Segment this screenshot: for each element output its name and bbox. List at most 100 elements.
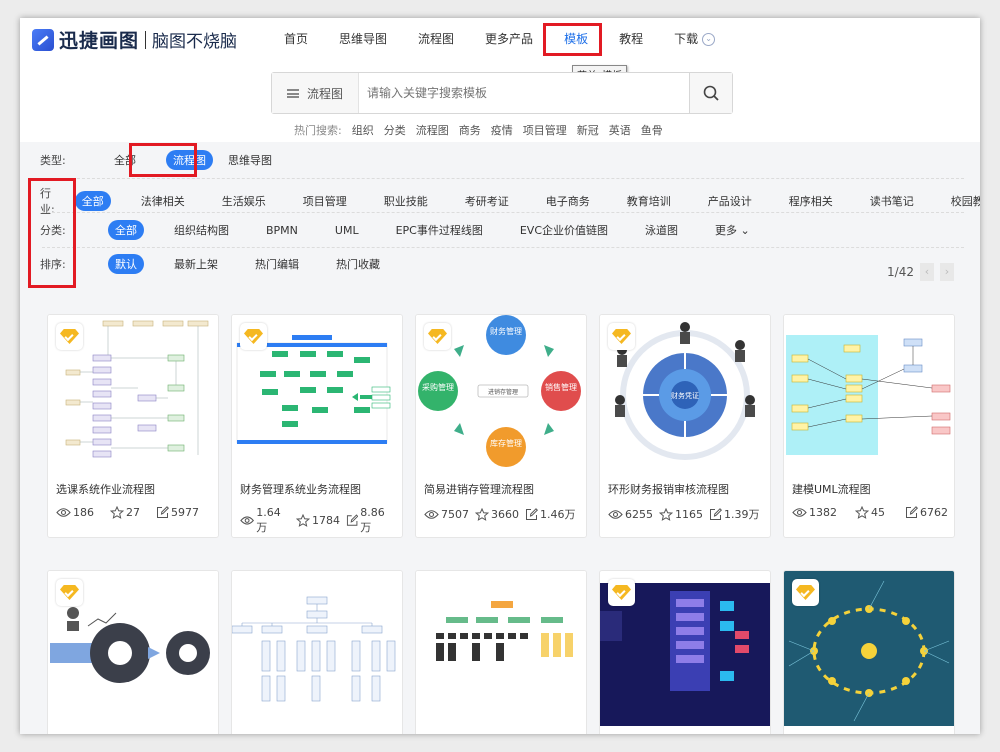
template-title: 简易进销存管理流程图	[424, 481, 534, 497]
filter-category-option[interactable]: BPMN	[259, 222, 305, 239]
edits-stat: 8.86万	[346, 506, 394, 535]
template-card[interactable]	[599, 570, 771, 734]
filter-category-option[interactable]: EPC事件过程线图	[389, 220, 490, 240]
filter-industry-option[interactable]: 电子商务	[539, 191, 597, 211]
main-nav: 首页 思维导图 流程图 更多产品 模板 教程 下载⌄	[284, 18, 746, 60]
template-card[interactable]	[783, 570, 955, 734]
hot-keyword[interactable]: 英语	[609, 122, 631, 138]
edit-icon	[525, 508, 538, 521]
filter-industry-option[interactable]: 生活娱乐	[215, 191, 273, 211]
views-stat: 186	[56, 506, 94, 519]
template-title: 环形财务报销审核流程图	[608, 481, 729, 497]
filter-category-more[interactable]: 更多 ⌄	[708, 220, 757, 240]
filter-row-category: 分类: 全部 组织结构图 BPMN UML EPC事件过程线图 EVC企业价值链…	[20, 220, 964, 240]
views-stat: 6255	[608, 508, 653, 521]
prev-page-button[interactable]: ‹	[920, 263, 934, 281]
filter-industry-option[interactable]: 教育培训	[620, 191, 678, 211]
logo-name: 迅捷画图	[59, 26, 139, 53]
filter-industry-option[interactable]: 程序相关	[782, 191, 840, 211]
search-input[interactable]	[359, 73, 689, 113]
edit-icon	[346, 514, 358, 527]
views-stat: 1382	[792, 506, 837, 519]
filter-industry-option[interactable]: 产品设计	[701, 191, 759, 211]
filter-sort-option[interactable]: 热门编辑	[248, 254, 306, 274]
views-stat: 1.64万	[240, 506, 290, 535]
flowchart-thumbnail-graphic	[416, 571, 586, 726]
search-type-select[interactable]: 流程图	[272, 73, 359, 113]
template-title: 选课系统作业流程图	[56, 481, 155, 497]
filter-industry-option[interactable]: 读书笔记	[863, 191, 921, 211]
template-card[interactable]: 财务管理 销售管理 库存管理 采购管理 进销存管理 简易进销存管理流程图 750…	[415, 314, 587, 538]
hot-keyword[interactable]: 新冠	[577, 122, 599, 138]
filter-category-option[interactable]: 组织结构图	[167, 220, 236, 240]
hot-keyword[interactable]: 流程图	[416, 122, 449, 138]
edits-stat: 6762	[905, 506, 948, 519]
hot-keyword[interactable]: 分类	[384, 122, 406, 138]
views-count: 186	[73, 506, 94, 519]
hot-keyword[interactable]: 项目管理	[523, 122, 567, 138]
next-page-button[interactable]: ›	[940, 263, 954, 281]
filter-industry-option[interactable]: 法律相关	[134, 191, 192, 211]
nav-templates[interactable]: 模板	[564, 18, 588, 60]
chevron-down-icon: ⌄	[741, 224, 750, 237]
filter-industry-option[interactable]: 校园教育	[944, 191, 980, 211]
nav-download[interactable]: 下载⌄	[674, 18, 715, 60]
edits-count: 5977	[171, 506, 199, 519]
hot-keyword[interactable]: 组织	[352, 122, 374, 138]
template-card[interactable]: 建模UML流程图 1382 45 6762	[783, 314, 955, 538]
stars-stat: 3660	[475, 508, 519, 521]
eye-icon	[240, 515, 254, 526]
views-count: 7507	[441, 508, 469, 521]
search-button[interactable]	[689, 73, 732, 113]
stars-count: 45	[871, 506, 885, 519]
stars-stat: 45	[855, 506, 885, 519]
nav-home[interactable]: 首页	[284, 18, 308, 60]
thumb-text: 采购管理	[422, 382, 454, 392]
filter-category-option[interactable]: 泳道图	[638, 220, 685, 240]
filter-row-type: 类型: 全部 流程图 思维导图	[20, 150, 964, 170]
vip-badge-icon	[608, 323, 635, 350]
nav-download-label: 下载	[674, 32, 698, 46]
logo-icon	[32, 29, 54, 51]
filter-type-option[interactable]: 流程图	[166, 150, 213, 170]
nav-flowchart[interactable]: 流程图	[418, 18, 454, 60]
filter-sort-option[interactable]: 最新上架	[167, 254, 225, 274]
edit-icon	[156, 506, 169, 519]
app-window: 迅捷画图 脑图不烧脑 首页 思维导图 流程图 更多产品 模板 教程 下载⌄ 菜单…	[20, 18, 980, 734]
filter-type-option[interactable]: 思维导图	[221, 150, 279, 170]
hot-keyword[interactable]: 鱼骨	[641, 122, 663, 138]
template-card[interactable]: 财务管理系统业务流程图 1.64万 1784 8.86万	[231, 314, 403, 538]
hot-keyword[interactable]: 疫情	[491, 122, 513, 138]
hot-keyword[interactable]: 商务	[459, 122, 481, 138]
divider	[42, 178, 964, 179]
template-card[interactable]: 选课系统作业流程图 186 27 5977	[47, 314, 219, 538]
views-count: 6255	[625, 508, 653, 521]
template-card[interactable]	[231, 570, 403, 734]
edits-stat: 5977	[156, 506, 199, 519]
star-icon	[475, 508, 489, 521]
filter-industry-option[interactable]: 项目管理	[296, 191, 354, 211]
page-indicator: 1/42	[887, 265, 914, 279]
nav-more-products[interactable]: 更多产品	[485, 18, 533, 60]
nav-tutorial[interactable]: 教程	[619, 18, 643, 60]
filter-industry-option[interactable]: 考研考证	[458, 191, 516, 211]
filter-category-option[interactable]: EVC企业价值链图	[513, 220, 615, 240]
star-icon	[110, 506, 124, 519]
template-card[interactable]	[47, 570, 219, 734]
filter-category-option[interactable]: 全部	[108, 220, 144, 240]
logo[interactable]: 迅捷画图 脑图不烧脑	[32, 26, 237, 53]
menu-icon	[287, 89, 299, 98]
filter-category-label: 分类:	[20, 222, 88, 238]
filter-industry-option[interactable]: 全部	[75, 191, 111, 211]
filter-type-option[interactable]: 全部	[107, 150, 143, 170]
filter-sort-option[interactable]: 热门收藏	[329, 254, 387, 274]
template-card[interactable]: 财务凭证 环形财务报销审核流程图 6255 1165 1.39万	[599, 314, 771, 538]
template-stats: 186 27 5977	[56, 506, 216, 519]
filter-category-option[interactable]: UML	[328, 222, 366, 239]
vip-badge-icon	[792, 579, 819, 606]
nav-mindmap[interactable]: 思维导图	[339, 18, 387, 60]
filter-sort-label: 排序:	[20, 256, 88, 272]
template-card[interactable]	[415, 570, 587, 734]
filter-industry-option[interactable]: 职业技能	[377, 191, 435, 211]
filter-sort-option[interactable]: 默认	[108, 254, 144, 274]
